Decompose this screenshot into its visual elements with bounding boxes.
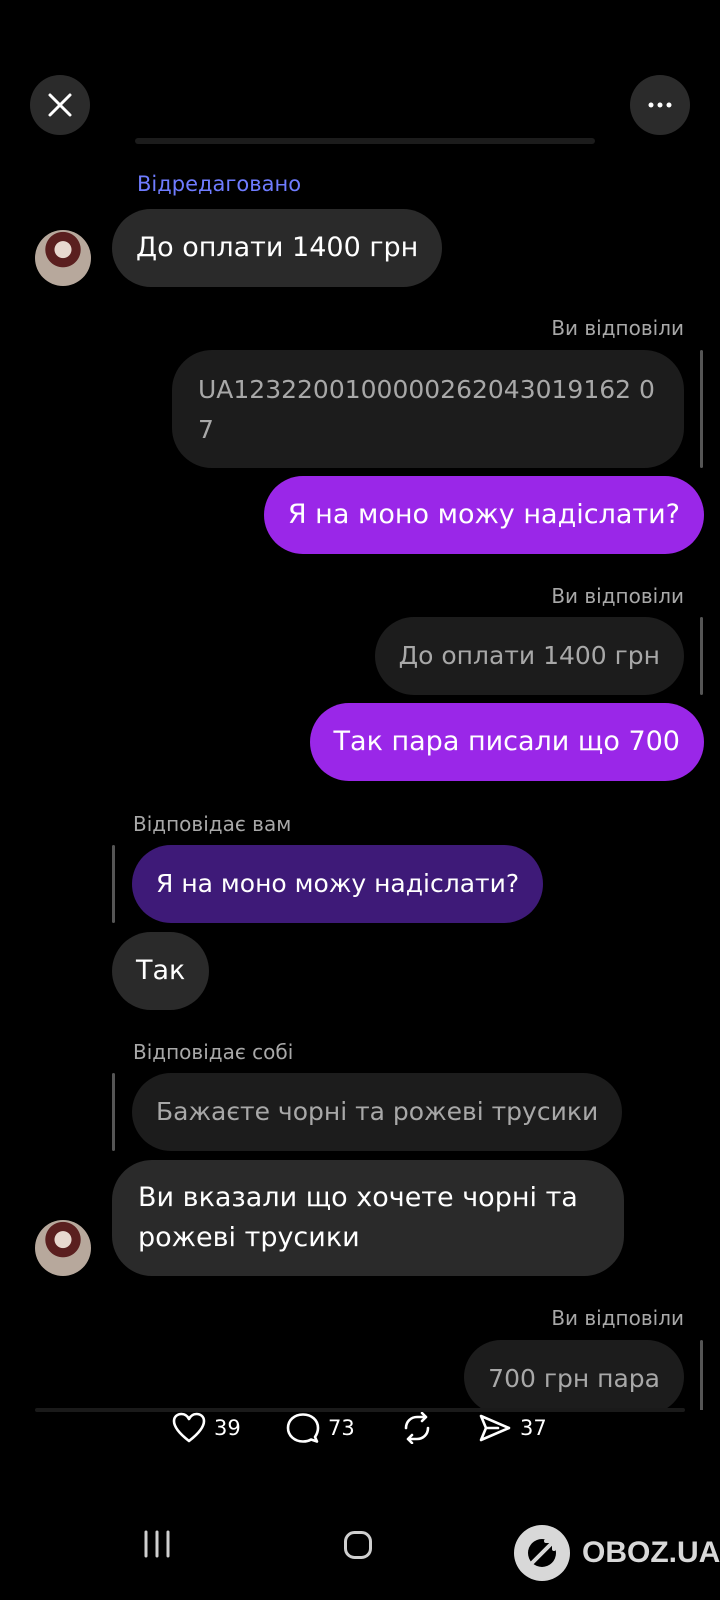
watermark: OBOZ.UA (512, 1523, 720, 1583)
message-text-line: рожеві трусики (138, 1222, 360, 1253)
quoted-message[interactable]: Бажаєте чорні та рожеві трусики (132, 1073, 623, 1151)
more-icon (648, 102, 672, 108)
comment-count: 73 (328, 1416, 355, 1440)
edited-label: Відредаговано (137, 172, 302, 196)
repost-button[interactable] (400, 1412, 434, 1444)
recent-apps-icon (144, 1530, 170, 1558)
quote-bar (700, 1340, 703, 1414)
close-button[interactable] (30, 75, 90, 135)
home-icon (344, 1531, 372, 1559)
oboz-logo-icon (514, 1525, 570, 1581)
home-button[interactable] (343, 1530, 373, 1564)
more-options-button[interactable] (630, 75, 690, 135)
avatar[interactable] (35, 1220, 91, 1276)
quoted-message[interactable]: UA1232200100000262043019162 0 7 (172, 350, 684, 468)
watermark-text: OBOZ.UA (582, 1536, 720, 1569)
quote-bar (700, 617, 703, 695)
previous-message-edge (135, 138, 595, 144)
message-text-line: Ви вказали що хочете чорні та (138, 1182, 578, 1213)
reply-label: Ви відповіли (551, 316, 684, 340)
quote-bar (700, 350, 703, 468)
share-button[interactable]: 37 (478, 1412, 547, 1444)
heart-icon (172, 1412, 206, 1443)
incoming-message[interactable]: Так (112, 932, 210, 1010)
quoted-text-line: UA1232200100000262043019162 0 (198, 375, 655, 404)
incoming-message[interactable]: Ви вказали що хочете чорні та рожеві тру… (112, 1160, 624, 1276)
quoted-text-line: 7 (198, 415, 214, 444)
quote-bar (112, 1073, 115, 1151)
outgoing-message[interactable]: Так пара писали що 700 (309, 703, 704, 781)
reply-label: Відповідає вам (133, 812, 292, 836)
like-button[interactable]: 39 (172, 1412, 241, 1444)
reply-label: Ви відповіли (551, 584, 684, 608)
share-count: 37 (520, 1416, 547, 1440)
outgoing-message[interactable]: Я на моно можу надіслати? (263, 476, 704, 554)
quoted-message[interactable]: Я на моно можу надіслати? (132, 845, 544, 923)
recent-apps-button[interactable] (142, 1530, 172, 1562)
reply-label: Відповідає собі (133, 1040, 294, 1064)
repost-icon (404, 1412, 430, 1444)
comment-button[interactable]: 73 (286, 1412, 355, 1444)
close-icon (48, 93, 72, 117)
quote-bar (112, 845, 115, 923)
reply-label: Ви відповіли (551, 1306, 684, 1330)
incoming-message[interactable]: До оплати 1400 грн (112, 209, 443, 287)
quoted-message[interactable]: 700 грн пара (464, 1340, 684, 1414)
send-icon (479, 1414, 511, 1442)
divider (35, 1408, 685, 1412)
like-count: 39 (214, 1416, 241, 1440)
quoted-message[interactable]: До оплати 1400 грн (374, 617, 684, 695)
avatar[interactable] (35, 230, 91, 286)
comment-icon (286, 1413, 320, 1443)
